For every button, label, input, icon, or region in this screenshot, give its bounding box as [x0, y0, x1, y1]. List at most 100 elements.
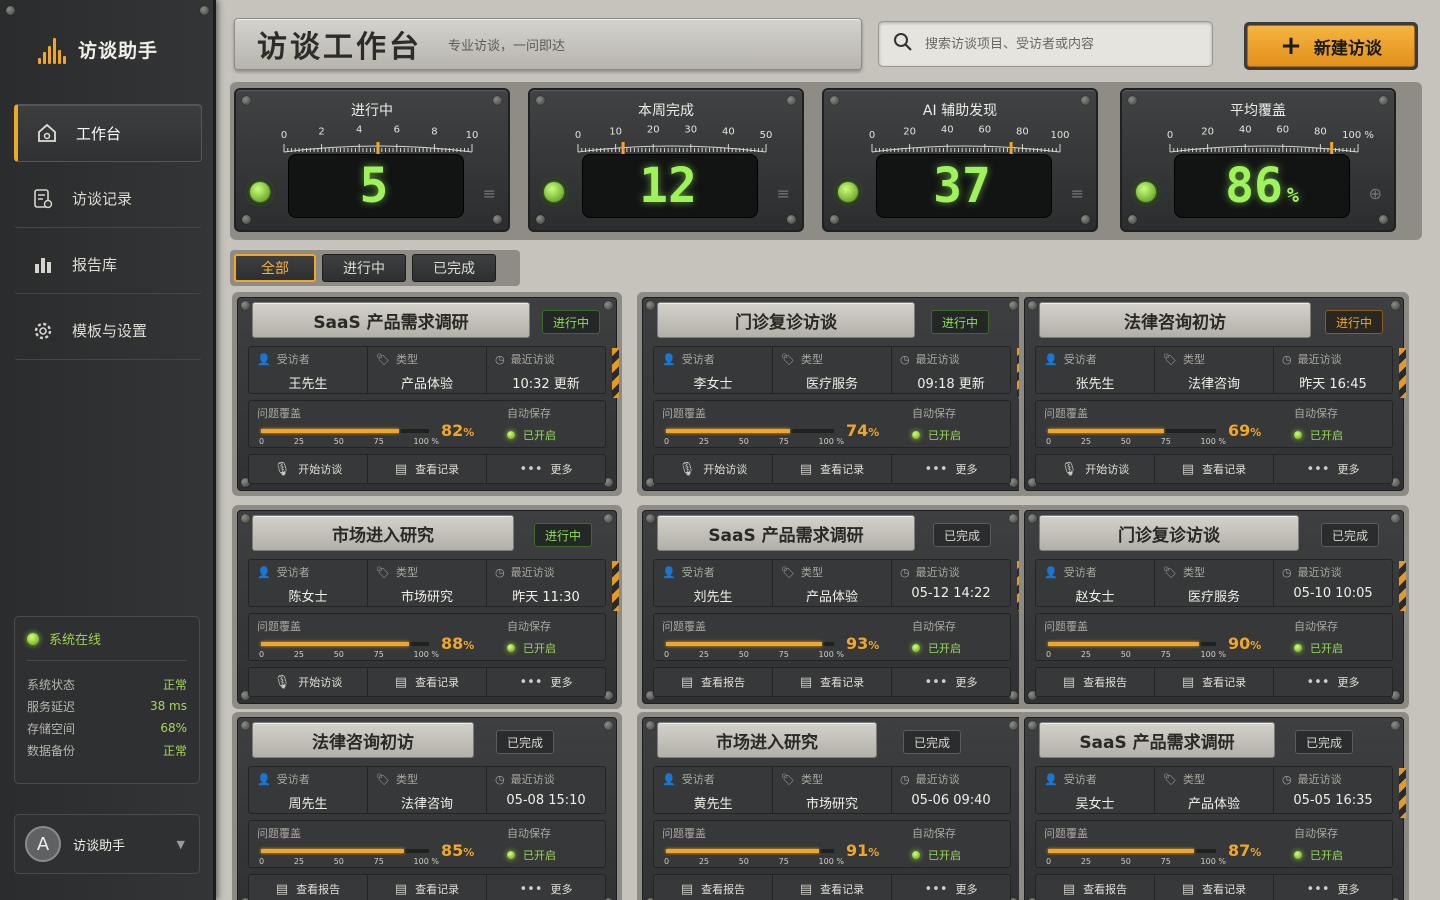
card-action-button[interactable]: ▤ 查看记录 — [368, 455, 487, 483]
more-icon: ••• — [924, 674, 948, 690]
interview-card[interactable]: SaaS 产品需求调研 已完成 👤 受访者 刘先生 🏷 类型 产品体验 ◷ 最近访谈 05-… — [637, 505, 1027, 709]
interview-card[interactable]: 门诊复诊访谈 进行中 👤 受访者 李女士 🏷 类型 医疗服务 ◷ 最近访谈 09:18 更新… — [637, 292, 1027, 496]
coverage-ticks: 0 25 50 75 100 % — [259, 650, 439, 659]
recent-value: 05-10 10:05 — [1293, 586, 1373, 601]
card-info: 👤 受访者 黄先生 🏷 类型 市场研究 ◷ 最近访谈 05-06 09:40 — [653, 766, 1011, 814]
sidebar-item-settings[interactable]: 模板与设置 — [14, 302, 202, 360]
coverage-percent: 91% — [846, 841, 880, 860]
interview-card[interactable]: SaaS 产品需求调研 进行中 👤 受访者 王先生 🏷 类型 产品体验 ◷ 最近访谈 10:… — [232, 292, 622, 496]
card-action-button[interactable]: 🎙 开始访谈 — [654, 455, 773, 483]
autosave-status: 已开启 — [912, 847, 961, 863]
tag-icon: 🏷 — [1163, 565, 1177, 579]
type-value: 市场研究 — [400, 590, 453, 605]
chevron-down-icon[interactable]: ▼ — [177, 838, 185, 851]
more-icon: ••• — [1306, 881, 1330, 897]
card-action-button[interactable]: ••• 更多 — [1274, 455, 1392, 483]
card-action-button[interactable]: ••• 更多 — [1274, 875, 1392, 900]
menu-icon[interactable]: ≡ — [1071, 184, 1084, 203]
card-action-button[interactable]: ▤ 查看记录 — [1155, 875, 1274, 900]
card-action-button[interactable]: ▤ 查看记录 — [368, 875, 487, 900]
search-box[interactable] — [878, 21, 1213, 67]
app-logo[interactable]: 访谈助手 — [38, 34, 158, 64]
card-action-button[interactable]: ▤ 查看报告 — [1036, 875, 1155, 900]
document-icon: ▤ — [1181, 461, 1195, 477]
target-icon[interactable]: ⊕ — [1369, 184, 1382, 203]
interview-card[interactable]: SaaS 产品需求调研 已完成 👤 受访者 吴女士 🏷 类型 产品体验 ◷ 最近访谈 05-… — [1019, 712, 1409, 900]
user-menu[interactable]: A 访谈助手 ▼ — [14, 814, 200, 874]
card-info: 👤 受访者 吴女士 🏷 类型 产品体验 ◷ 最近访谈 05-05 16:35 — [1035, 766, 1393, 814]
svg-text:6: 6 — [394, 124, 400, 135]
user-icon: 👤 — [257, 772, 271, 786]
card-action-button[interactable]: 🎙 开始访谈 — [249, 455, 368, 483]
filter-tab-completed[interactable]: 已完成 — [412, 254, 496, 282]
more-icon: ••• — [519, 674, 543, 690]
recent-value: 10:32 更新 — [512, 377, 580, 392]
menu-icon[interactable]: ≡ — [777, 184, 790, 203]
coverage-percent: 69% — [1228, 421, 1262, 440]
document-icon: ▤ — [394, 881, 408, 897]
card-action-button[interactable]: ••• 更多 — [487, 668, 605, 696]
card-title: 市场进入研究 — [657, 722, 877, 758]
card-action-button[interactable]: ••• 更多 — [892, 875, 1010, 900]
card-action-button[interactable]: ••• 更多 — [487, 875, 605, 900]
search-input[interactable] — [925, 36, 1195, 52]
microphone-icon: 🎙 — [273, 461, 291, 477]
interview-card[interactable]: 门诊复诊访谈 已完成 👤 受访者 赵女士 🏷 类型 医疗服务 ◷ 最近访谈 05-10 10… — [1019, 505, 1409, 709]
hazard-stripe — [1399, 348, 1406, 398]
document-icon: ▤ — [680, 881, 694, 897]
app-name: 访谈助手 — [78, 39, 159, 62]
interview-card[interactable]: 市场进入研究 已完成 👤 受访者 黄先生 🏷 类型 市场研究 ◷ 最近访谈 05-06 09… — [637, 712, 1027, 900]
interview-card[interactable]: 法律咨询初访 已完成 👤 受访者 周先生 🏷 类型 法律咨询 ◷ 最近访谈 05-08 15… — [232, 712, 622, 900]
sidebar-item-records[interactable]: 访谈记录 — [14, 170, 202, 228]
card-action-button[interactable]: ▤ 查看记录 — [773, 455, 892, 483]
autosave-status: 已开启 — [507, 427, 556, 443]
filter-tab-all[interactable]: 全部 — [234, 254, 316, 282]
card-actions: 🎙 开始访谈 ▤ 查看记录 ••• 更多 — [1035, 454, 1393, 484]
status-badge: 已完成 — [933, 523, 992, 547]
svg-text:40: 40 — [722, 126, 735, 137]
sidebar: 访谈助手 工作台 访谈记录 报告库 模板与设置 系统在线 系统状态 正常 服务延迟… — [0, 0, 216, 900]
sidebar-item-reports[interactable]: 报告库 — [14, 236, 202, 294]
new-interview-button[interactable]: + 新建访谈 — [1244, 22, 1418, 70]
card-action-button[interactable]: ▤ 查看报告 — [1036, 668, 1155, 696]
card-action-button[interactable]: ▤ 查看记录 — [773, 668, 892, 696]
svg-text:100 %: 100 % — [1342, 130, 1374, 141]
card-action-button[interactable]: ▤ 查看报告 — [654, 668, 773, 696]
card-info: 👤 受访者 陈女士 🏷 类型 市场研究 ◷ 最近访谈 昨天 11:30 — [248, 559, 606, 607]
document-icon: ▤ — [275, 881, 289, 897]
coverage-ticks: 0 25 50 75 100 % — [1046, 650, 1226, 659]
filter-tab-in-progress[interactable]: 进行中 — [322, 254, 406, 282]
interview-card[interactable]: 法律咨询初访 进行中 👤 受访者 张先生 🏷 类型 法律咨询 ◷ 最近访谈 昨天 16:45… — [1019, 292, 1409, 496]
interview-card[interactable]: 市场进入研究 进行中 👤 受访者 陈女士 🏷 类型 市场研究 ◷ 最近访谈 昨天 11:30… — [232, 505, 622, 709]
card-action-button[interactable]: ▤ 查看记录 — [1155, 668, 1274, 696]
card-action-button[interactable]: 🎙 开始访谈 — [249, 668, 368, 696]
sidebar-item-workbench[interactable]: 工作台 — [14, 104, 202, 162]
coverage-panel: 问题覆盖 0 25 50 75 100 % 88% 自动保存 已开启 — [248, 613, 606, 661]
page-title: 访谈工作台 — [257, 30, 422, 65]
card-action-button[interactable]: ••• 更多 — [487, 455, 605, 483]
clock-icon: ◷ — [495, 352, 505, 366]
card-action-button[interactable]: ▤ 查看记录 — [773, 875, 892, 900]
card-action-button[interactable]: ••• 更多 — [892, 455, 1010, 483]
menu-icon[interactable]: ≡ — [483, 184, 496, 203]
card-action-button[interactable]: 🎙 开始访谈 — [1036, 455, 1155, 483]
card-action-button[interactable]: ••• 更多 — [892, 668, 1010, 696]
svg-text:40: 40 — [941, 124, 954, 135]
interviewee-value: 黄先生 — [693, 797, 733, 812]
document-icon: ▤ — [680, 674, 694, 690]
type-value: 市场研究 — [805, 797, 858, 812]
coverage-bar — [261, 849, 429, 853]
status-badge: 进行中 — [931, 310, 990, 334]
clock-icon: ◷ — [1282, 565, 1292, 579]
card-action-button[interactable]: ▤ 查看报告 — [654, 875, 773, 900]
type-value: 产品体验 — [1187, 797, 1240, 812]
clock-icon: ◷ — [1282, 772, 1292, 786]
card-action-button[interactable]: ••• 更多 — [1274, 668, 1392, 696]
card-info: 👤 受访者 周先生 🏷 类型 法律咨询 ◷ 最近访谈 05-08 15:10 — [248, 766, 606, 814]
type-value: 产品体验 — [400, 377, 453, 392]
document-icon: ▤ — [799, 461, 813, 477]
card-action-button[interactable]: ▤ 查看记录 — [368, 668, 487, 696]
card-action-button[interactable]: ▤ 查看报告 — [249, 875, 368, 900]
coverage-percent: 93% — [846, 634, 880, 653]
card-action-button[interactable]: ▤ 查看记录 — [1155, 455, 1274, 483]
